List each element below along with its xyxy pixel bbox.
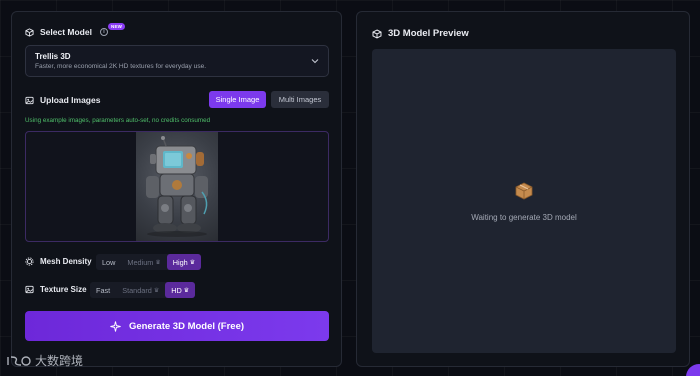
waiting-message: Waiting to generate 3D model <box>471 212 577 222</box>
watermark-logo: 大数跨境 <box>6 352 83 369</box>
robot-example-image <box>136 132 218 241</box>
mesh-option-low[interactable]: Low <box>96 254 121 270</box>
model-select-dropdown[interactable]: Trellis 3D Faster, more economical 2K HD… <box>25 45 329 77</box>
single-image-button[interactable]: Single Image <box>209 91 266 108</box>
crown-icon: ♛ <box>189 259 196 266</box>
mesh-density-text: Mesh Density <box>40 257 92 266</box>
model-description: Faster, more economical 2K HD textures f… <box>35 63 207 70</box>
texture-size-label: Texture Size <box>25 285 87 294</box>
cube-icon <box>25 27 34 37</box>
image-icon <box>25 96 34 105</box>
texture-option-hd[interactable]: HD ♛ <box>165 282 196 298</box>
texture-option-standard[interactable]: Standard ♛ <box>116 282 165 298</box>
example-notice: Using example images, parameters auto-se… <box>25 117 211 124</box>
cube-icon <box>372 28 382 39</box>
upload-images-label: Upload Images <box>25 95 100 105</box>
generate-button[interactable]: Generate 3D Model (Free) <box>25 311 329 341</box>
texture-size-selector: Fast Standard ♛ HD ♛ <box>90 282 196 298</box>
new-badge: NEW <box>108 23 126 30</box>
crown-icon: ♛ <box>155 259 161 266</box>
model-preview-area: Waiting to generate 3D model <box>372 49 676 353</box>
image-upload-area[interactable] <box>25 131 329 242</box>
select-model-text: Select Model <box>40 27 92 37</box>
texture-option-fast[interactable]: Fast <box>90 282 116 298</box>
preview-panel: 3D Model Preview Waiting to generate 3D … <box>356 11 690 367</box>
gear-icon <box>25 257 34 266</box>
generation-panel: Select Model i NEW Trellis 3D Faster, mo… <box>11 11 342 367</box>
mesh-density-selector: Low Medium ♛ High ♛ <box>96 254 202 270</box>
package-icon <box>514 181 534 201</box>
mesh-option-high[interactable]: High ♛ <box>166 254 202 270</box>
generate-button-label: Generate 3D Model (Free) <box>128 320 245 332</box>
preview-title-text: 3D Model Preview <box>388 28 469 39</box>
mesh-density-label: Mesh Density <box>25 257 92 266</box>
mesh-option-medium[interactable]: Medium ♛ <box>121 254 166 270</box>
logo-icon <box>6 354 32 368</box>
image-icon <box>25 285 34 294</box>
texture-size-text: Texture Size <box>40 285 87 294</box>
multi-images-button[interactable]: Multi Images <box>271 91 329 108</box>
upload-images-text: Upload Images <box>40 95 101 105</box>
info-icon[interactable]: i <box>99 28 108 36</box>
watermark-text: 大数跨境 <box>35 354 84 368</box>
crown-icon: ♛ <box>153 287 160 294</box>
chevron-down-icon <box>311 58 319 64</box>
sparkle-icon <box>110 320 121 332</box>
chat-button[interactable] <box>686 364 700 376</box>
model-name: Trellis 3D <box>35 52 71 61</box>
crown-icon: ♛ <box>183 287 190 294</box>
select-model-label: Select Model i <box>25 27 108 37</box>
preview-title: 3D Model Preview <box>372 28 469 39</box>
